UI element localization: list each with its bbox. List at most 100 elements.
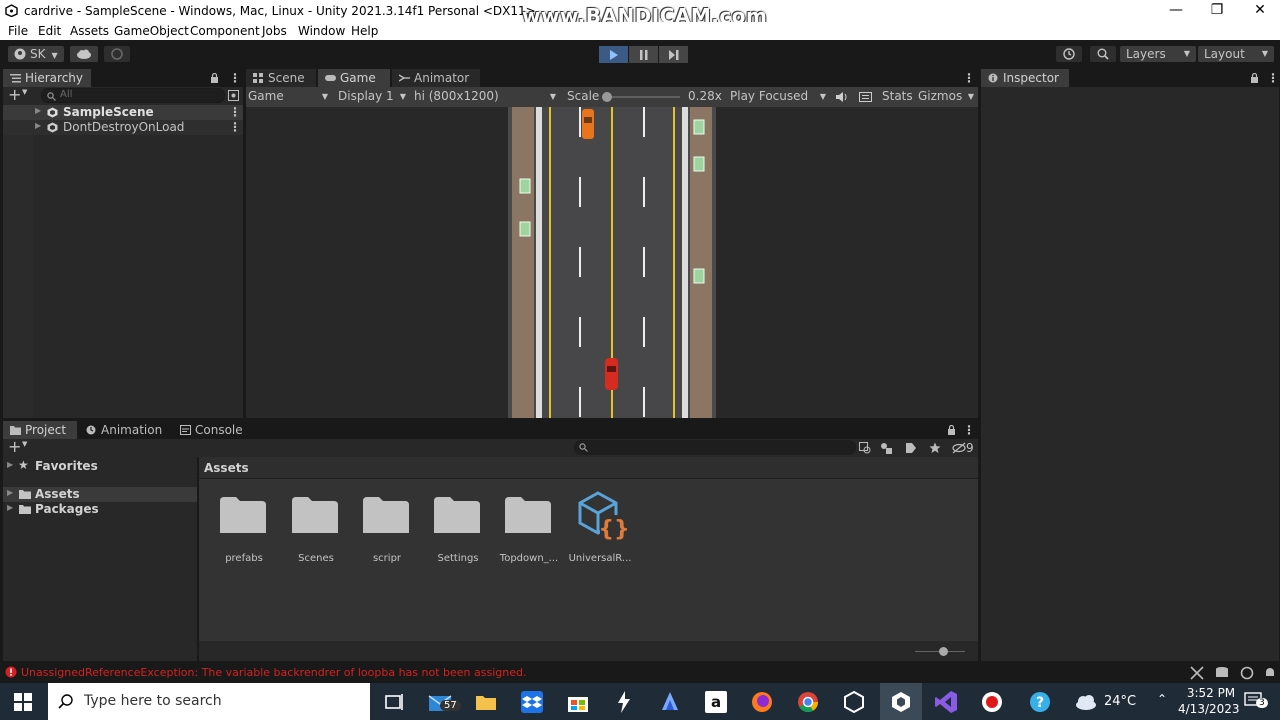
- lock-icon[interactable]: [210, 73, 219, 83]
- menu-help[interactable]: Help: [351, 24, 378, 38]
- notifications-icon[interactable]: [1263, 666, 1277, 680]
- cache-icon[interactable]: [1215, 666, 1229, 680]
- maximize-button[interactable]: ❐: [1195, 0, 1239, 22]
- pause-button[interactable]: [629, 46, 658, 63]
- bolt-app-icon[interactable]: [610, 688, 638, 716]
- asset-item[interactable]: Scenes: [286, 497, 356, 567]
- amazon-icon[interactable]: a: [702, 688, 730, 716]
- help-icon[interactable]: ?: [1026, 688, 1054, 716]
- play-mode-dropdown[interactable]: Play Focused ▼: [730, 88, 828, 105]
- menu-gameobject[interactable]: GameObject: [114, 24, 189, 38]
- dropbox-icon[interactable]: [518, 688, 546, 716]
- console-error-message[interactable]: UnassignedReferenceException: The variab…: [21, 666, 526, 679]
- gizmos-dropdown[interactable]: Gizmos ▼: [918, 88, 976, 105]
- tab-animation[interactable]: Animation: [79, 421, 171, 439]
- tab-animator[interactable]: Animator: [392, 69, 480, 87]
- menu-jobs[interactable]: Jobs: [262, 24, 287, 38]
- visual-studio-icon[interactable]: [932, 688, 960, 716]
- minimize-button[interactable]: —: [1154, 0, 1198, 22]
- file-explorer-icon[interactable]: [472, 688, 500, 716]
- scale-slider[interactable]: [602, 92, 680, 102]
- store-icon[interactable]: [564, 688, 592, 716]
- game-viewport[interactable]: [508, 107, 716, 418]
- progress-icon[interactable]: [1240, 666, 1254, 680]
- more-options-icon[interactable]: ⋮: [229, 71, 241, 85]
- keyboard-icon[interactable]: [859, 92, 872, 102]
- more-options-icon[interactable]: ⋮: [229, 105, 241, 119]
- lock-icon[interactable]: [1250, 73, 1259, 83]
- hidden-packages-icon[interactable]: [952, 442, 966, 454]
- taskbar-search[interactable]: Type here to search: [48, 683, 370, 720]
- task-view-icon[interactable]: [380, 688, 408, 716]
- slider-handle[interactable]: [602, 92, 612, 102]
- paint-app-icon[interactable]: [656, 688, 684, 716]
- close-button[interactable]: ✕: [1238, 0, 1280, 22]
- account-dropdown[interactable]: SK ▼: [8, 46, 64, 62]
- chevron-up-icon[interactable]: ⌃: [1157, 692, 1167, 706]
- weather-temp[interactable]: 24°C: [1104, 694, 1136, 709]
- search-by-label-icon[interactable]: [880, 442, 892, 454]
- tab-console[interactable]: Console: [173, 421, 255, 439]
- chrome-icon[interactable]: [794, 688, 822, 716]
- taskbar-mail[interactable]: 57: [426, 688, 461, 716]
- menu-file[interactable]: File: [8, 24, 28, 38]
- zoom-slider[interactable]: [915, 647, 965, 656]
- tab-scene[interactable]: Scene: [246, 69, 316, 87]
- asset-item[interactable]: Topdown_...: [499, 497, 569, 567]
- collab-button[interactable]: [104, 46, 130, 62]
- clock[interactable]: 3:52 PM 4/13/2023: [1178, 686, 1240, 720]
- scene-filter-icon[interactable]: [228, 90, 239, 101]
- menu-edit[interactable]: Edit: [38, 24, 61, 38]
- add-icon[interactable]: +: [8, 85, 21, 104]
- layout-dropdown[interactable]: Layout ▼: [1198, 46, 1274, 62]
- chevron-right-icon[interactable]: ▶: [7, 460, 13, 469]
- tree-item-assets[interactable]: ▶ Assets: [3, 487, 197, 502]
- asset-item[interactable]: scripr: [357, 497, 427, 567]
- tree-item-favorites[interactable]: ▶ ★ Favorites: [3, 458, 197, 474]
- chevron-right-icon[interactable]: ▶: [7, 503, 13, 512]
- history-button[interactable]: [1056, 46, 1082, 62]
- more-options-icon[interactable]: ⋮: [963, 423, 975, 437]
- tab-inspector[interactable]: Inspector: [981, 69, 1069, 87]
- taskbar-active-unity[interactable]: [880, 683, 922, 720]
- breadcrumb-assets[interactable]: Assets: [204, 461, 249, 475]
- speaker-icon[interactable]: [836, 92, 848, 102]
- view-dropdown[interactable]: Game ▼: [248, 88, 330, 105]
- firefox-icon[interactable]: [748, 688, 776, 716]
- step-button[interactable]: [659, 46, 688, 63]
- hierarchy-search-input[interactable]: All: [41, 88, 225, 103]
- asset-item[interactable]: prefabs: [214, 497, 284, 567]
- resolution-dropdown[interactable]: hi (800x1200) ▼: [414, 88, 558, 105]
- menu-assets[interactable]: Assets: [70, 24, 109, 38]
- tag-icon[interactable]: [905, 442, 917, 454]
- more-options-icon[interactable]: ⋮: [1267, 71, 1279, 85]
- search-button[interactable]: [1090, 46, 1116, 62]
- lock-icon[interactable]: [947, 425, 956, 435]
- tree-item-packages[interactable]: ▶ Packages: [3, 502, 197, 517]
- tab-game[interactable]: Game: [318, 69, 390, 87]
- project-search-input[interactable]: [574, 440, 856, 455]
- chevron-down-icon[interactable]: ▼: [22, 88, 27, 96]
- more-options-icon[interactable]: ⋮: [963, 71, 975, 85]
- display-dropdown[interactable]: Display 1 ▼: [338, 88, 408, 105]
- play-button[interactable]: [599, 46, 628, 63]
- menu-window[interactable]: Window: [298, 24, 345, 38]
- slider-handle[interactable]: [939, 647, 948, 656]
- asset-item[interactable]: Settings: [428, 497, 498, 567]
- stats-button[interactable]: Stats: [882, 89, 913, 103]
- add-icon[interactable]: +: [8, 437, 21, 456]
- asset-item[interactable]: {} UniversalR...: [569, 491, 640, 567]
- menu-component[interactable]: Component: [190, 24, 260, 38]
- unity-hub-icon[interactable]: [840, 688, 868, 716]
- star-icon[interactable]: [929, 442, 941, 454]
- hierarchy-item[interactable]: ▶ DontDestroyOnLoad ⋮: [3, 120, 243, 135]
- chevron-right-icon[interactable]: ▶: [7, 488, 13, 497]
- chevron-right-icon[interactable]: ▶: [35, 121, 41, 130]
- action-center[interactable]: 3: [1244, 690, 1268, 714]
- hierarchy-item[interactable]: ▶ SampleScene ⋮: [3, 105, 243, 120]
- layers-dropdown[interactable]: Layers ▼: [1120, 46, 1196, 62]
- chevron-down-icon[interactable]: ▼: [22, 440, 27, 448]
- cloud-button[interactable]: [70, 46, 98, 62]
- chevron-right-icon[interactable]: ▶: [35, 106, 41, 115]
- debug-icon[interactable]: [1190, 666, 1204, 680]
